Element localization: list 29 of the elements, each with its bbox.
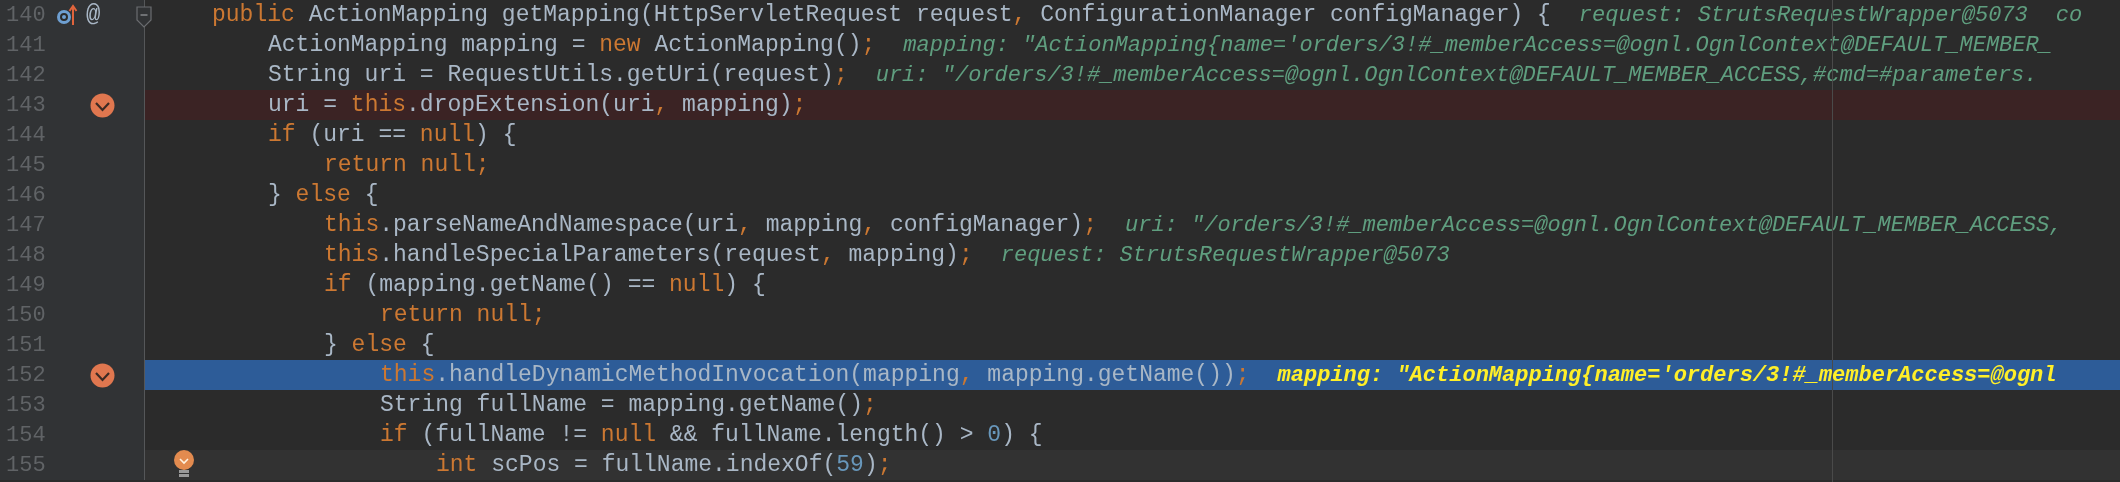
breakpoint-check-icon[interactable] [90, 92, 115, 118]
code-line: public ActionMapping getMapping(HttpServletRequest request, ConfigurationManager configManager) { [212, 0, 1551, 30]
code-line: return null; [324, 150, 490, 180]
code-line: if (fullName != null && fullName.length() > 0) { [380, 420, 1043, 450]
fold-marker-icon[interactable] [136, 6, 152, 28]
inline-debug-value: request: StrutsRequestWrapper@5073 [1578, 1, 2028, 30]
override-method-icon[interactable] [56, 3, 78, 27]
inline-debug-value: request: StrutsRequestWrapper@5073 [1000, 241, 1450, 270]
code-line: if (uri == null) { [268, 120, 517, 150]
code-line: this.parseNameAndNamespace(uri, mapping, configManager); [324, 210, 1097, 240]
code-line: ActionMapping mapping = new ActionMapping(); [268, 30, 876, 60]
code-line: String fullName = mapping.getName(); [380, 390, 877, 420]
annotation-marker[interactable]: @ [86, 3, 101, 27]
inline-debug-value: mapping: "ActionMapping{name='orders/3!#_memberAccess=@ognl.OgnlContext@DEFAULT_MEMBER_ [903, 31, 2052, 60]
inline-debug-value: co [2055, 1, 2083, 30]
lightbulb-icon[interactable] [173, 450, 195, 480]
code-line: this.handleSpecialParameters(request, mapping); [324, 240, 973, 270]
code-line: int scPos = fullName.indexOf(59); [436, 450, 892, 480]
code-line: if (mapping.getName() == null) { [324, 270, 766, 300]
code-line: return null; [380, 300, 546, 330]
code-line: uri = this.dropExtension(uri, mapping); [268, 90, 807, 120]
code-line: } else { [268, 180, 379, 210]
code-line: } else { [324, 330, 435, 360]
inline-debug-value: mapping: "ActionMapping{name='orders/3!#_memberAccess=@ognl [1277, 361, 2057, 390]
inline-debug-value: uri: "/orders/3!#_memberAccess=@ognl.OgnlContext@DEFAULT_MEMBER_ACCESS,#cmd=#parameters. [875, 61, 2038, 90]
code-line: String uri = RequestUtils.getUri(request); [268, 60, 848, 90]
inline-debug-value: uri: "/orders/3!#_memberAccess=@ognl.OgnlContext@DEFAULT_MEMBER_ACCESS, [1125, 211, 2063, 240]
breakpoint-check-icon[interactable] [90, 362, 115, 388]
code-line: this.handleDynamicMethodInvocation(mapping, mapping.getName()); [380, 360, 1250, 390]
